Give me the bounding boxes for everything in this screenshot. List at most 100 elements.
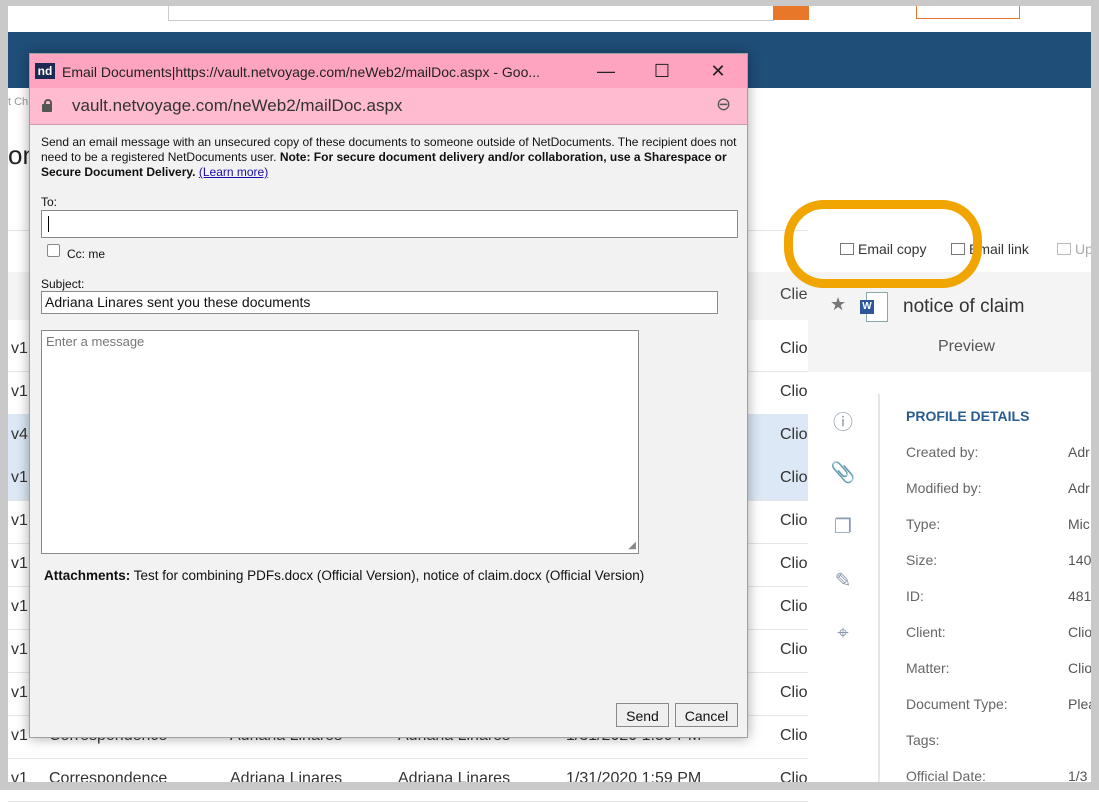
star-icon[interactable]: ★: [830, 294, 846, 315]
table-row[interactable]: v1 Correspondence Adriana Linares Adriana L…: [8, 758, 808, 802]
client-cell: Clio: [780, 770, 808, 787]
preview-button[interactable]: Preview: [938, 338, 995, 356]
lock-icon[interactable]: [42, 99, 52, 112]
client-cell: Clio: [780, 555, 808, 572]
version-cell: v1: [11, 641, 28, 658]
address-bar: vault.netvoyage.com/neWeb2/mailDoc.aspx …: [30, 88, 747, 125]
divider: [878, 394, 880, 784]
envelope-link-icon: [951, 243, 965, 255]
info-icon[interactable]: ⓘ: [830, 406, 856, 434]
resize-handle-icon[interactable]: ◢: [628, 540, 636, 551]
profile-field-label: Type:: [906, 516, 941, 532]
client-cell: Clio: [780, 512, 808, 529]
search-button[interactable]: [773, 6, 809, 20]
zoom-icon[interactable]: ⊖: [716, 94, 731, 115]
client-cell: Clio: [780, 383, 808, 400]
client-cell: Clio: [780, 469, 808, 486]
profile-field-value: Plea: [1068, 696, 1097, 712]
breadcrumb: t Ch: [8, 96, 29, 108]
type-cell: Correspondence: [49, 770, 168, 787]
profile-field-value: Mic: [1068, 516, 1090, 532]
profile-field-value: 140: [1068, 552, 1092, 568]
subject-input[interactable]: Adriana Linares sent you these documents: [41, 291, 718, 314]
version-cell: v1: [11, 469, 28, 486]
message-placeholder: Enter a message: [46, 334, 145, 349]
document-toolbar: Email copy Email link Up: [808, 232, 1093, 268]
send-button[interactable]: Send: [616, 703, 669, 727]
profile-field-label: Created by:: [906, 444, 979, 460]
profile-field-value: Clio: [1068, 660, 1093, 676]
email-documents-window: nd Email Documents|https://vault.netvoya…: [29, 53, 748, 738]
word-document-icon: W: [860, 292, 888, 322]
document-name: notice of claim: [903, 296, 1025, 317]
client-cell: Clio: [780, 684, 808, 701]
created-by-cell: Adriana Linares: [230, 770, 343, 787]
email-link-button[interactable]: Email link: [951, 241, 1029, 257]
text-caret: [48, 216, 49, 232]
profile-field-label: Modified by:: [906, 480, 982, 496]
client-cell: Clio: [780, 727, 808, 744]
netdocuments-logo: nd: [35, 63, 55, 79]
search-input[interactable]: [168, 6, 774, 21]
copies-icon[interactable]: ❐: [830, 514, 856, 540]
profile-field-label: Official Date:: [906, 768, 986, 784]
version-cell: v1: [11, 555, 28, 572]
profile-field-label: ID:: [906, 588, 924, 604]
document-header: ★ W notice of claim Preview: [808, 272, 1091, 372]
profile-field-value: 1/3: [1068, 768, 1088, 784]
profile-field-label: Client:: [906, 624, 946, 640]
profile-field-value: Adr: [1068, 480, 1090, 496]
window-title: Email Documents|https://vault.netvoyage.…: [62, 64, 541, 80]
email-link-label: Email link: [969, 241, 1029, 257]
intro-text: Send an email message with an unsecured …: [41, 135, 741, 180]
profile-details-title: PROFILE DETAILS: [906, 408, 1030, 424]
top-action-button[interactable]: [916, 6, 1020, 19]
upload-label: Up: [1075, 241, 1093, 257]
envelope-icon: [840, 243, 854, 255]
attachments-text: Attachments: Test for combining PDFs.doc…: [44, 568, 644, 583]
cc-me-label: Cc: me: [67, 247, 106, 261]
version-cell: v1: [11, 770, 28, 787]
client-cell: Clio: [780, 340, 808, 357]
edit-document-icon[interactable]: ✎: [830, 568, 856, 594]
cancel-button[interactable]: Cancel: [675, 703, 738, 727]
window-titlebar: nd Email Documents|https://vault.netvoya…: [30, 54, 747, 88]
version-cell: v1: [11, 383, 28, 400]
date-cell: 1/31/2020 1:59 PM: [566, 770, 702, 787]
email-copy-label: Email copy: [858, 241, 927, 257]
profile-field-label: Document Type:: [906, 696, 1008, 712]
email-form: Send an email message with an unsecured …: [30, 125, 747, 737]
minimize-button[interactable]: —: [586, 58, 626, 84]
profile-field-label: Matter:: [906, 660, 950, 676]
column-header-client[interactable]: Clie: [780, 286, 808, 304]
version-cell: v4: [11, 426, 28, 443]
attachments-label: Attachments:: [44, 568, 131, 583]
paperclip-icon[interactable]: 📎: [830, 460, 856, 486]
version-cell: v1: [11, 512, 28, 529]
url-text: vault.netvoyage.com/neWeb2/mailDoc.aspx: [72, 96, 403, 115]
subject-label: Subject:: [41, 277, 85, 291]
profile-field-value: Clio: [1068, 624, 1093, 640]
upload-button[interactable]: Up: [1057, 241, 1093, 257]
message-textarea[interactable]: Enter a message ◢: [41, 330, 639, 554]
profile-field-label: Tags:: [906, 732, 940, 748]
learn-more-link[interactable]: (Learn more): [199, 165, 268, 179]
maximize-button[interactable]: ☐: [642, 58, 682, 84]
profile-field-value: 481: [1068, 588, 1092, 604]
client-cell: Clio: [780, 426, 808, 443]
close-button[interactable]: ✕: [698, 58, 738, 84]
version-cell: v1: [11, 727, 28, 744]
location-icon[interactable]: ⌖: [830, 622, 856, 648]
client-cell: Clio: [780, 641, 808, 658]
profile-field-value: Adr: [1068, 444, 1090, 460]
version-cell: v1: [11, 340, 28, 357]
attachments-value: Test for combining PDFs.docx (Official V…: [130, 568, 645, 583]
details-panel: ★ W notice of claim Preview ⓘ 📎 ❐ ✎ ⌖ PR…: [808, 272, 1096, 784]
to-input[interactable]: [41, 210, 738, 238]
to-label: To:: [41, 195, 58, 209]
version-cell: v1: [11, 598, 28, 615]
cc-me-checkbox[interactable]: [47, 244, 60, 257]
modified-by-cell: Adriana Linares: [398, 770, 511, 787]
upload-icon: [1057, 243, 1071, 255]
email-copy-button[interactable]: Email copy: [840, 241, 926, 257]
